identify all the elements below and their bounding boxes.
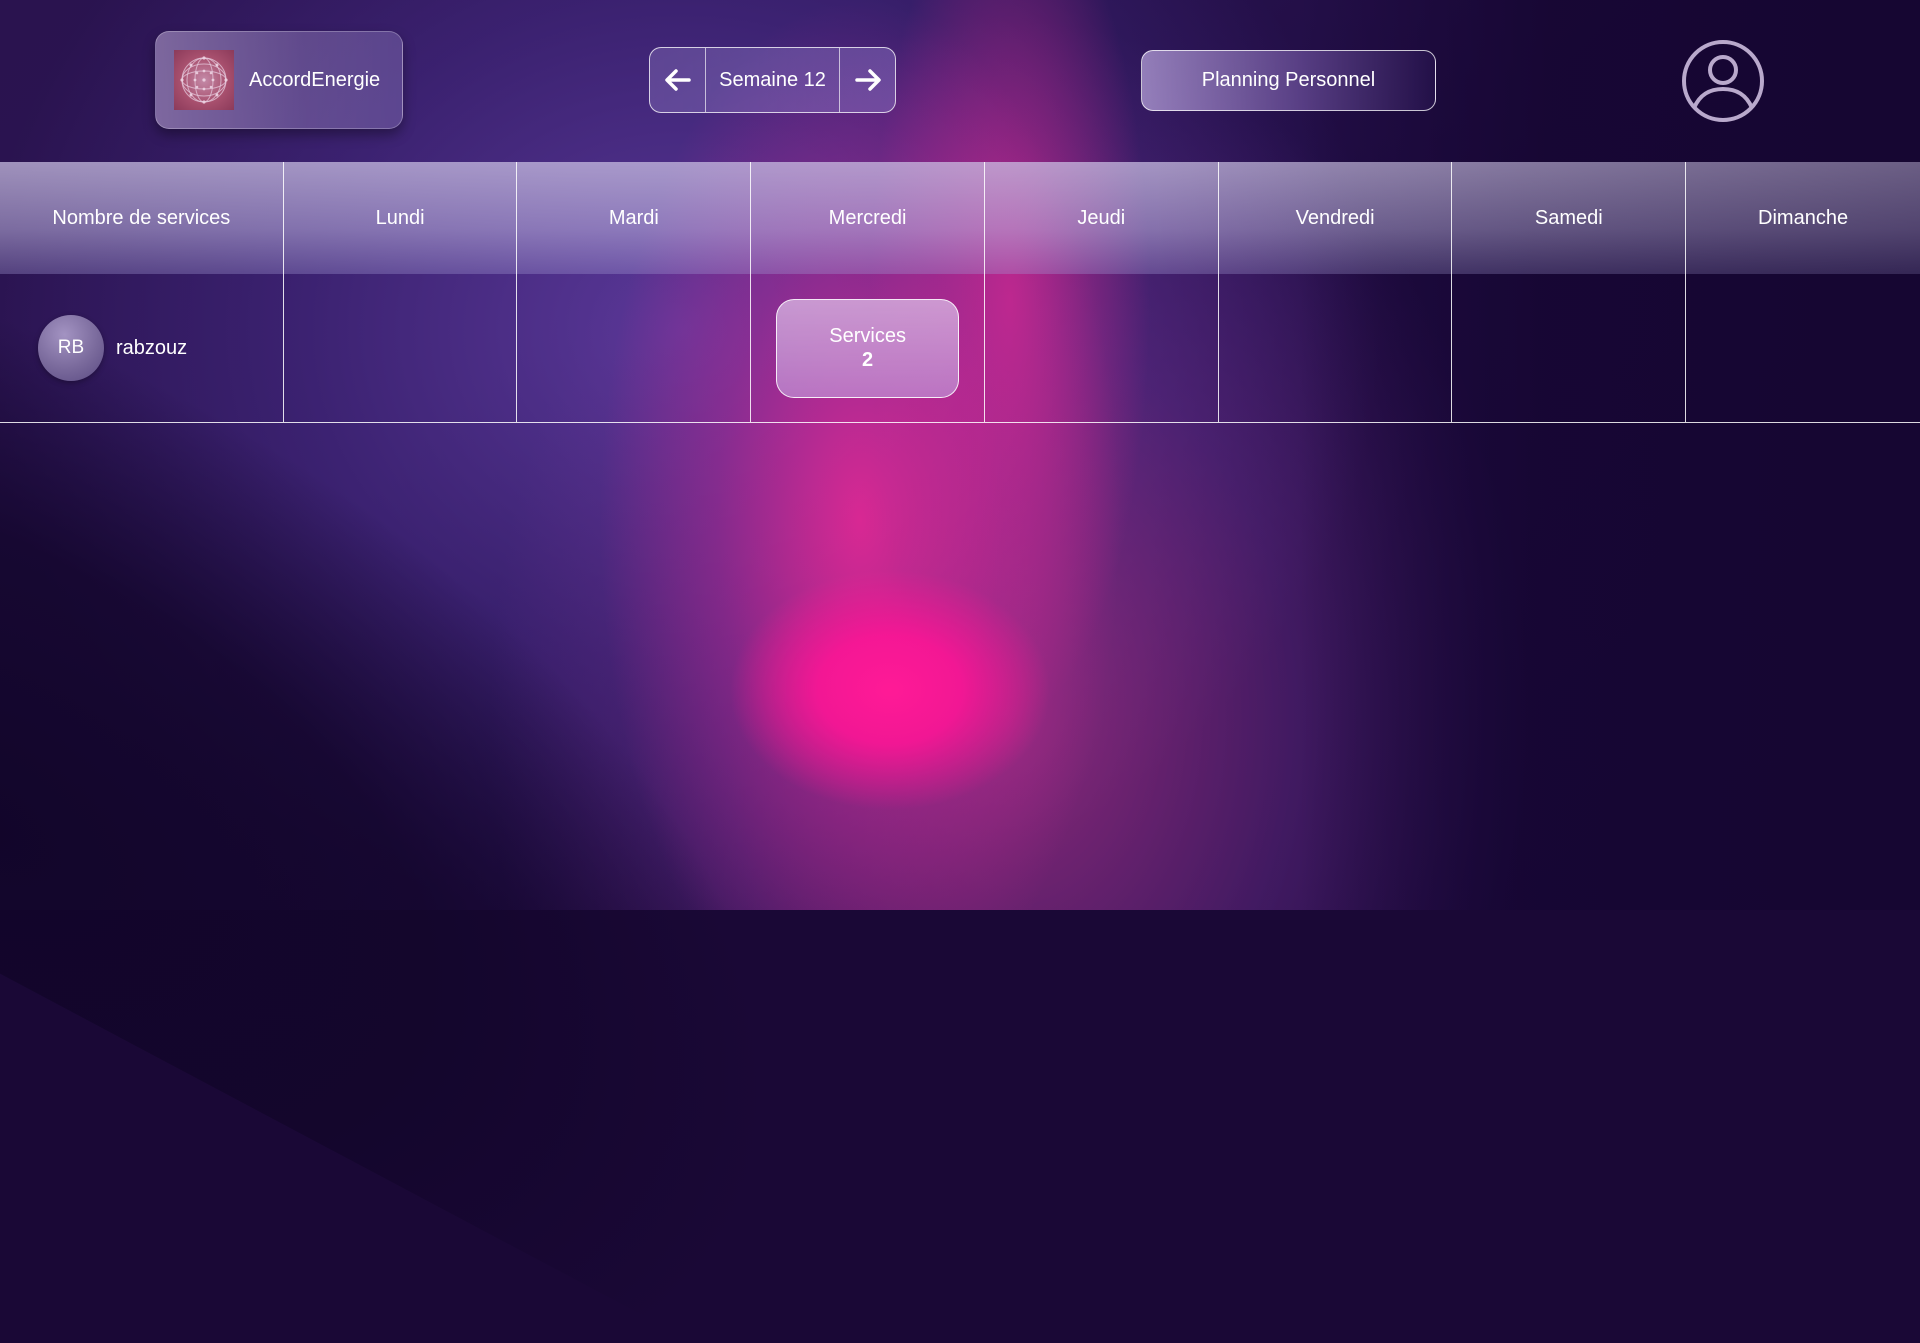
day-cell-lundi[interactable]: [284, 274, 518, 422]
day-cell-dimanche[interactable]: [1686, 274, 1920, 422]
next-week-button[interactable]: [839, 48, 895, 112]
column-header-mercredi: Mercredi: [751, 162, 985, 274]
day-cell-mercredi: Services 2: [751, 274, 985, 422]
brand-button[interactable]: AccordEnergie: [155, 31, 403, 129]
table-row: RB rabzouz Services 2: [0, 274, 1920, 423]
user-circle-icon: [1682, 40, 1764, 122]
employee-name: rabzouz: [116, 336, 188, 359]
column-header-jeudi: Jeudi: [985, 162, 1219, 274]
employee-cell: RB rabzouz: [0, 274, 284, 422]
services-card[interactable]: Services 2: [776, 298, 960, 398]
column-header-services: Nombre de services: [0, 162, 284, 274]
column-header-vendredi: Vendredi: [1219, 162, 1453, 274]
day-cell-mardi[interactable]: [517, 274, 752, 422]
table-header-row: Nombre de services Lundi Mardi Mercredi …: [0, 162, 1920, 274]
column-header-dimanche: Dimanche: [1758, 206, 1849, 229]
day-cell-vendredi[interactable]: [1219, 274, 1453, 422]
day-cell-samedi[interactable]: [1452, 274, 1687, 422]
app-header: AccordEnergie Semaine 12 Planning Person…: [0, 0, 1920, 160]
day-cell-jeudi[interactable]: [985, 274, 1219, 422]
previous-week-button[interactable]: [650, 48, 706, 112]
planning-personnel-button[interactable]: Planning Personnel: [1141, 50, 1436, 111]
brand-name: AccordEnergie: [249, 68, 381, 91]
avatar[interactable]: RB: [38, 315, 104, 381]
week-navigator: Semaine 12: [649, 47, 896, 113]
column-header-mardi: Mardi: [517, 162, 752, 274]
column-header-samedi: Samedi: [1452, 162, 1687, 274]
user-profile-button[interactable]: [1680, 38, 1766, 124]
arrow-left-icon: [664, 69, 691, 91]
services-label: Services: [829, 325, 906, 347]
column-header-lundi: Lundi: [284, 162, 518, 274]
week-label: Semaine 12: [719, 68, 826, 91]
brand-logo: [174, 50, 234, 110]
arrow-right-icon: [854, 69, 881, 91]
services-count: 2: [862, 349, 874, 371]
